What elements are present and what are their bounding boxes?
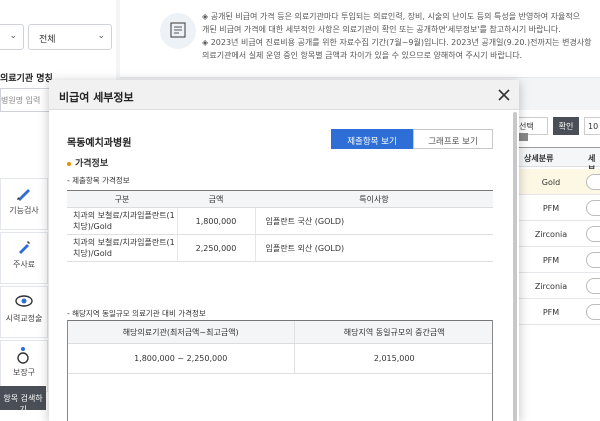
column-header: 해당지역 동일규모의 중간금액: [294, 320, 493, 344]
detail-button[interactable]: [586, 278, 600, 294]
notice-line: ◈ 공개된 비급여 가격 등은 의료기관마다 투입되는 의료인력, 장비, 시술…: [202, 12, 581, 21]
detail-button[interactable]: [586, 174, 600, 190]
column-header: 특이사항: [255, 190, 493, 208]
table-row[interactable]: PFM: [516, 299, 600, 325]
table1-caption: - 제출항목 가격정보: [67, 176, 130, 185]
item-note: 임플란트 국산 (GOLD): [254, 207, 493, 235]
item-amount: 2,250,000: [176, 234, 255, 262]
notice-icon: [160, 13, 196, 49]
row-category: Gold: [541, 178, 561, 187]
column-header: 금액: [177, 190, 255, 208]
icon-card-label: 기능검사: [9, 206, 39, 215]
price-table: 구분 금액 특이사항 치과의 보철료/치과임플란트(1치당)/Gold 1,80…: [67, 190, 493, 262]
close-icon[interactable]: [495, 86, 513, 104]
column-header: 상세분류: [524, 154, 554, 163]
view-graph-button[interactable]: 그래프로 보기: [413, 129, 493, 149]
regional-comparison-table: 해당의료기관(최저금액~최고금액) 해당지역 동일규모의 중간금액 1,800,…: [67, 320, 493, 374]
row-category: PFM: [542, 308, 560, 317]
table-row[interactable]: PFM: [516, 195, 600, 221]
confirm-button[interactable]: 확인: [553, 117, 579, 135]
notice-box: ◈ 공개된 비급여 가격 등은 의료기관마다 투입되는 의료인력, 장비, 시술…: [120, 0, 600, 78]
view-submitted-items-button[interactable]: 제출항목 보기: [331, 129, 413, 149]
icon-card-label: 보장구: [12, 368, 36, 377]
chevron-down-icon: ⌄: [9, 31, 17, 41]
item-amount: 1,800,000: [176, 207, 255, 235]
modal-scrollbar[interactable]: [513, 112, 517, 421]
table-row[interactable]: Zirconia: [516, 273, 600, 299]
table2-caption: - 해당지역 동일규모 의료기관 대비 가격정보: [67, 309, 206, 318]
search-items-button[interactable]: 항목 검색하기: [0, 386, 46, 414]
icon-card-function-test[interactable]: 기능검사: [0, 178, 48, 230]
icon-card-injection[interactable]: 주사료: [0, 232, 48, 284]
section-title-text: 가격정보: [75, 159, 109, 169]
table-row[interactable]: Zirconia: [516, 221, 600, 247]
table-row: 치과의 보철료/치과임플란트(1치당)/Gold 2,250,000 임플란트 …: [67, 234, 493, 262]
select-label: 선택: [519, 122, 534, 131]
icon-card-label: 시력교정술: [5, 314, 43, 323]
hospital-name: 목동예치과병원: [67, 138, 132, 149]
notice-line: 의료기관에서 실제 운영 중인 항목별 금액과 차이가 있을 수 있으므로 양해…: [202, 51, 523, 60]
item-note: 임플란트 외산 (GOLD): [254, 234, 493, 262]
row-category: Zirconia: [534, 282, 568, 291]
subcategory-select-value: 전체: [39, 35, 56, 45]
category-select[interactable]: ⌄: [0, 24, 24, 50]
row-category: Zirconia: [534, 230, 568, 239]
notice-line: ◈ 2023년 비급여 진료비용 공개를 위한 자료수집 기간(7월~9월)입니…: [202, 38, 592, 47]
item-name: 치과의 보철료/치과임플란트(1치당)/Gold: [67, 207, 177, 235]
list-icon: [519, 132, 528, 141]
pen-icon: [17, 189, 30, 201]
detail-button[interactable]: [586, 226, 600, 242]
results-table-header: 상세분류 세부: [516, 147, 600, 174]
section-title: 가격정보: [67, 156, 108, 169]
table-row[interactable]: Gold: [516, 169, 600, 195]
icon-card-assistive-device[interactable]: 보장구: [0, 340, 48, 392]
detail-modal: 비급여 세부정보 목동예치과병원 제출항목 보기 그래프로 보기 가격정보 - …: [49, 80, 519, 421]
wheelchair-icon: [17, 347, 29, 364]
detail-button[interactable]: [586, 200, 600, 216]
notice-line: 개된 비급여 가격에 대한 세부적인 사항은 의료기관이 확인 또는 공개하면'…: [202, 25, 561, 34]
chevron-down-icon: ⌄: [97, 31, 105, 41]
icon-card-label: 주사료: [12, 260, 36, 269]
row-category: PFM: [542, 256, 560, 265]
modal-title: 비급여 세부정보: [59, 91, 134, 104]
icon-card-vision-correction[interactable]: 시력교정술: [0, 286, 48, 338]
table-row: 치과의 보철료/치과임플란트(1치당)/Gold 1,800,000 임플란트 …: [67, 207, 493, 235]
median-price: 2,015,000: [294, 343, 493, 374]
detail-button[interactable]: [586, 252, 600, 268]
hospital-input-placeholder: 병원명 입력: [1, 96, 41, 105]
notice-text: ◈ 공개된 비급여 가격 등은 의료기관마다 투입되는 의료인력, 장비, 시술…: [202, 10, 600, 62]
detail-button[interactable]: [586, 304, 600, 320]
column-header: 구분: [67, 190, 177, 208]
hospital-name-label: 의료기관 명칭: [0, 74, 53, 84]
table-row: 1,800,000 ~ 2,250,000 2,015,000: [67, 343, 493, 374]
page-size-input[interactable]: 10: [584, 117, 600, 135]
subcategory-select[interactable]: 전체 ⌄: [28, 24, 112, 50]
table-row[interactable]: PFM: [516, 247, 600, 273]
syringe-icon: [19, 241, 30, 254]
eye-icon: [15, 295, 33, 307]
row-category: PFM: [542, 204, 560, 213]
price-range: 1,800,000 ~ 2,250,000: [67, 343, 295, 374]
select-all-button[interactable]: 선택: [516, 117, 548, 141]
bullet-icon: [67, 161, 71, 166]
modal-header: 비급여 세부정보: [49, 80, 519, 110]
column-header: 해당의료기관(최저금액~최고금액): [67, 320, 295, 344]
item-name: 치과의 보철료/치과임플란트(1치당)/Gold: [67, 234, 177, 262]
